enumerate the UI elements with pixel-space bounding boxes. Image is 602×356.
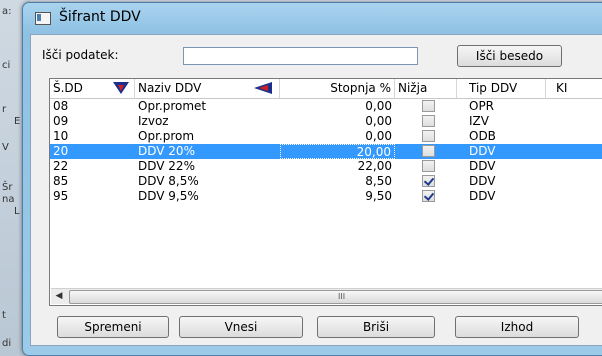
search-label: Išči podatek: <box>42 48 119 62</box>
cell-code: 85 <box>53 174 69 188</box>
cell-name: Opr.prom <box>138 129 195 143</box>
dialog-client-area: Išči podatek: Išči besedo Š.DD Naziv DDV <box>30 34 602 346</box>
vat-table: Š.DD Naziv DDV Stopnja % Nižja Tip DDV K… <box>49 78 602 306</box>
cell-rate: 20,00 <box>280 144 395 159</box>
cell-name: DDV 9,5% <box>138 189 199 203</box>
cell-rate: 0,00 <box>365 99 392 113</box>
column-header-lower[interactable]: Nižja <box>395 79 457 98</box>
cell-rate: 9,50 <box>365 189 392 203</box>
window-icon[interactable] <box>35 12 51 25</box>
cell-name: DDV 20% <box>138 144 195 158</box>
table-row[interactable]: 95 DDV 9,5% 9,50 DDV <box>50 189 602 204</box>
bg-text: Šr <box>2 182 13 193</box>
cell-type: DDV <box>469 144 496 158</box>
lower-rate-checkbox[interactable] <box>422 100 435 112</box>
cell-type: ODB <box>469 129 496 143</box>
lower-rate-checkbox[interactable] <box>422 190 435 202</box>
cell-rate: 8,50 <box>365 174 392 188</box>
bg-text: r <box>2 104 7 115</box>
scrollbar-thumb[interactable]: III <box>69 290 602 304</box>
table-row[interactable]: 10 Opr.prom 0,00 ODB <box>50 129 602 144</box>
search-word-button[interactable]: Išči besedo <box>457 45 562 67</box>
lower-rate-checkbox[interactable] <box>422 175 435 187</box>
column-header-name[interactable]: Naziv DDV <box>135 79 280 98</box>
edit-button[interactable]: Spremeni <box>57 316 169 338</box>
column-header-rate[interactable]: Stopnja % <box>280 79 395 98</box>
table-row[interactable]: 09 Izvoz 0,00 IZV <box>50 114 602 129</box>
bg-text: E <box>14 116 21 127</box>
cell-code: 95 <box>53 189 69 203</box>
search-input[interactable] <box>183 47 418 65</box>
cell-name: Izvoz <box>138 114 169 128</box>
cell-type: IZV <box>469 114 489 128</box>
scroll-left-icon[interactable]: ◀ <box>51 289 67 304</box>
cell-type: DDV <box>469 159 496 173</box>
column-header-ki[interactable]: KI <box>546 79 602 98</box>
column-header-code[interactable]: Š.DD <box>50 79 135 98</box>
cell-code: 09 <box>53 114 69 128</box>
bg-text: V <box>2 142 9 153</box>
cell-name: DDV 8,5% <box>138 174 199 188</box>
table-row[interactable]: 22 DDV 22% 22,00 DDV <box>50 159 602 174</box>
window-title: Šifrant DDV <box>59 9 141 25</box>
table-row[interactable]: 85 DDV 8,5% 8,50 DDV <box>50 174 602 189</box>
horizontal-scrollbar[interactable]: ◀ III <box>51 288 602 304</box>
table-row[interactable]: 20 DDV 20% 20,00 DDV <box>50 144 602 159</box>
cell-name: Opr.promet <box>138 99 207 113</box>
cell-rate: 22,00 <box>357 159 392 173</box>
delete-button[interactable]: Briši <box>317 316 435 338</box>
lower-rate-checkbox[interactable] <box>422 115 435 127</box>
cell-code: 22 <box>53 159 69 173</box>
cell-type: DDV <box>469 189 496 203</box>
column-header-type[interactable]: Tip DDV <box>457 79 546 98</box>
lower-rate-checkbox[interactable] <box>422 130 435 142</box>
sort-left-icon <box>254 82 272 94</box>
sort-down-icon <box>113 82 129 94</box>
cell-code: 08 <box>53 99 69 113</box>
bg-text: ci <box>2 60 11 71</box>
bg-text: na <box>2 194 15 205</box>
table-row[interactable]: 08 Opr.promet 0,00 OPR <box>50 99 602 114</box>
vat-codes-window: Šifrant DDV Išči podatek: Išči besedo Š.… <box>22 2 602 356</box>
title-bar[interactable]: Šifrant DDV <box>23 3 602 33</box>
bg-text: t <box>2 310 6 321</box>
exit-button[interactable]: Izhod <box>455 316 579 338</box>
cell-type: DDV <box>469 174 496 188</box>
lower-rate-checkbox[interactable] <box>422 145 435 157</box>
cell-rate: 0,00 <box>365 114 392 128</box>
insert-button[interactable]: Vnesi <box>179 316 303 338</box>
bg-text: di <box>2 338 12 349</box>
scroll-grip: III <box>338 292 346 301</box>
cell-code: 10 <box>53 129 69 143</box>
bg-text: a: <box>2 6 12 17</box>
cell-rate: 0,00 <box>365 129 392 143</box>
bg-text: L <box>14 206 20 217</box>
lower-rate-checkbox[interactable] <box>422 160 435 172</box>
cell-type: OPR <box>469 99 495 113</box>
table-header: Š.DD Naziv DDV Stopnja % Nižja Tip DDV K… <box>50 79 602 99</box>
cell-code: 20 <box>53 144 69 158</box>
cell-name: DDV 22% <box>138 159 195 173</box>
